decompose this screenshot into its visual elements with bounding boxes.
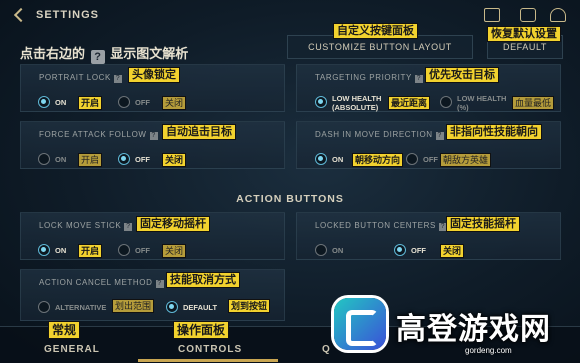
help-icon[interactable]: ?	[113, 75, 122, 83]
action-cancel-method-label: ACTION CANCEL METHOD?	[39, 278, 164, 288]
dash-on-annotation: 朝移动方向	[352, 153, 404, 167]
dash-on-label: ON	[332, 155, 344, 164]
chat-icon[interactable]	[520, 8, 536, 22]
hint-prefix: 点击右边的	[20, 46, 86, 61]
help-icon[interactable]: ?	[124, 223, 133, 231]
customize-annotation: 自定义按键面板	[333, 23, 418, 39]
action-cancel-default-annotation: 划到按钮	[228, 299, 271, 313]
dash-in-move-direction-label: DASH IN MOVE DIRECTION?	[315, 130, 444, 140]
settings-title: SETTINGS	[36, 9, 100, 21]
force-attack-follow-on-label: ON	[55, 155, 67, 164]
lock-move-stick-annotation: 固定移动摇杆	[136, 216, 210, 232]
watermark-url: gordeng.com	[465, 346, 512, 355]
locked-button-centers-annotation: 固定技能摇杆	[446, 216, 520, 232]
general-annotation: 常规	[48, 321, 81, 339]
targeting-low-health-absolute-label: LOW HEALTH (ABSOLUTE)	[332, 94, 382, 112]
portrait-lock-label: PORTRAIT LOCK?	[39, 73, 122, 83]
clipboard-check-icon[interactable]	[484, 8, 500, 22]
customize-button-layout-label: CUSTOMIZE BUTTON LAYOUT	[308, 42, 452, 52]
force-attack-follow-panel: FORCE ATTACK FOLLOW? ON OFF	[20, 121, 285, 169]
hint-line: 点击右边的 ? 显示图文解析	[20, 43, 188, 64]
portrait-lock-off-radio[interactable]	[118, 96, 130, 108]
action-cancel-alternative-radio[interactable]	[38, 301, 50, 313]
default-label: DEFAULT	[502, 42, 548, 52]
dash-on-radio[interactable]	[315, 153, 327, 165]
lock-move-stick-off-label: OFF	[135, 246, 150, 255]
targeting-low-health-absolute-radio[interactable]	[315, 96, 327, 108]
portrait-lock-on-radio[interactable]	[38, 96, 50, 108]
help-icon[interactable]: ?	[155, 280, 164, 288]
lock-move-stick-on-annotation: 开启	[78, 244, 103, 258]
force-attack-follow-annotation: 自动追击目标	[162, 124, 236, 140]
portrait-lock-on-annotation: 开启	[78, 96, 103, 110]
lock-move-stick-label: LOCK MOVE STICK?	[39, 221, 133, 231]
action-buttons-heading: ACTION BUTTONS	[236, 193, 344, 205]
tab-partial[interactable]: Q	[322, 344, 331, 355]
portrait-lock-annotation: 头像锁定	[128, 67, 180, 83]
action-cancel-alternative-label: ALTERNATIVE	[55, 303, 107, 312]
locked-button-centers-on-label: ON	[332, 246, 344, 255]
locked-button-centers-off-radio[interactable]	[394, 244, 406, 256]
lock-move-stick-on-label: ON	[55, 246, 67, 255]
force-attack-follow-off-radio[interactable]	[118, 153, 130, 165]
controls-annotation: 操作面板	[173, 321, 230, 339]
targeting-opt1-annotation: 最近距离	[388, 96, 431, 110]
lock-move-stick-off-annotation: 关闭	[162, 244, 187, 258]
tab-general[interactable]: GENERAL	[44, 344, 100, 355]
help-icon[interactable]: ?	[414, 75, 423, 83]
locked-button-centers-panel: LOCKED BUTTON CENTERS? ON OFF	[296, 212, 561, 260]
portrait-lock-off-annotation: 关闭	[162, 96, 187, 110]
active-tab-indicator	[138, 359, 278, 362]
dash-annotation: 非指向性技能朝向	[446, 124, 542, 140]
targeting-priority-label: TARGETING PRIORITY?	[315, 73, 423, 83]
watermark-title: 高登游戏网	[396, 313, 551, 346]
locked-button-centers-on-radio[interactable]	[315, 244, 327, 256]
locked-button-centers-label: LOCKED BUTTON CENTERS?	[315, 221, 447, 231]
help-icon[interactable]: ?	[149, 132, 158, 140]
force-attack-follow-on-radio[interactable]	[38, 153, 50, 165]
dash-off-annotation: 朝敌方英雄	[440, 153, 492, 167]
force-attack-follow-label: FORCE ATTACK FOLLOW?	[39, 130, 158, 140]
lock-move-stick-on-radio[interactable]	[38, 244, 50, 256]
watermark-logo-icon	[334, 298, 386, 350]
action-cancel-default-label: DEFAULT	[183, 303, 218, 312]
locked-button-centers-off-annotation: 关闭	[440, 244, 465, 258]
default-annotation: 恢复默认设置	[487, 26, 561, 42]
force-attack-follow-on-annotation: 开启	[78, 153, 103, 167]
targeting-opt2-annotation: 血量最低	[512, 96, 555, 110]
force-attack-follow-off-label: OFF	[135, 155, 150, 164]
targeting-low-health-percent-radio[interactable]	[440, 96, 452, 108]
help-icon[interactable]: ?	[435, 132, 444, 140]
friends-icon[interactable]	[550, 8, 566, 22]
force-attack-follow-off-annotation: 关闭	[162, 153, 187, 167]
targeting-low-health-percent-label: LOW HEALTH (%)	[457, 94, 507, 112]
action-cancel-method-annotation: 技能取消方式	[166, 272, 240, 288]
dash-off-radio[interactable]	[406, 153, 418, 165]
locked-button-centers-off-label: OFF	[411, 246, 426, 255]
back-arrow-icon[interactable]	[12, 6, 30, 24]
dash-off-label: OFF	[423, 155, 438, 164]
hint-suffix: 显示图文解析	[110, 46, 189, 61]
action-cancel-default-radio[interactable]	[166, 301, 178, 313]
lock-move-stick-off-radio[interactable]	[118, 244, 130, 256]
action-cancel-alternative-annotation: 划出范围	[112, 299, 155, 313]
question-icon: ?	[90, 50, 105, 64]
targeting-priority-annotation: 优先攻击目标	[425, 67, 499, 83]
portrait-lock-on-label: ON	[55, 98, 67, 107]
portrait-lock-off-label: OFF	[135, 98, 150, 107]
tab-controls[interactable]: CONTROLS	[178, 344, 242, 355]
action-cancel-method-panel: ACTION CANCEL METHOD? ALTERNATIVE DEFAUL…	[20, 269, 285, 321]
